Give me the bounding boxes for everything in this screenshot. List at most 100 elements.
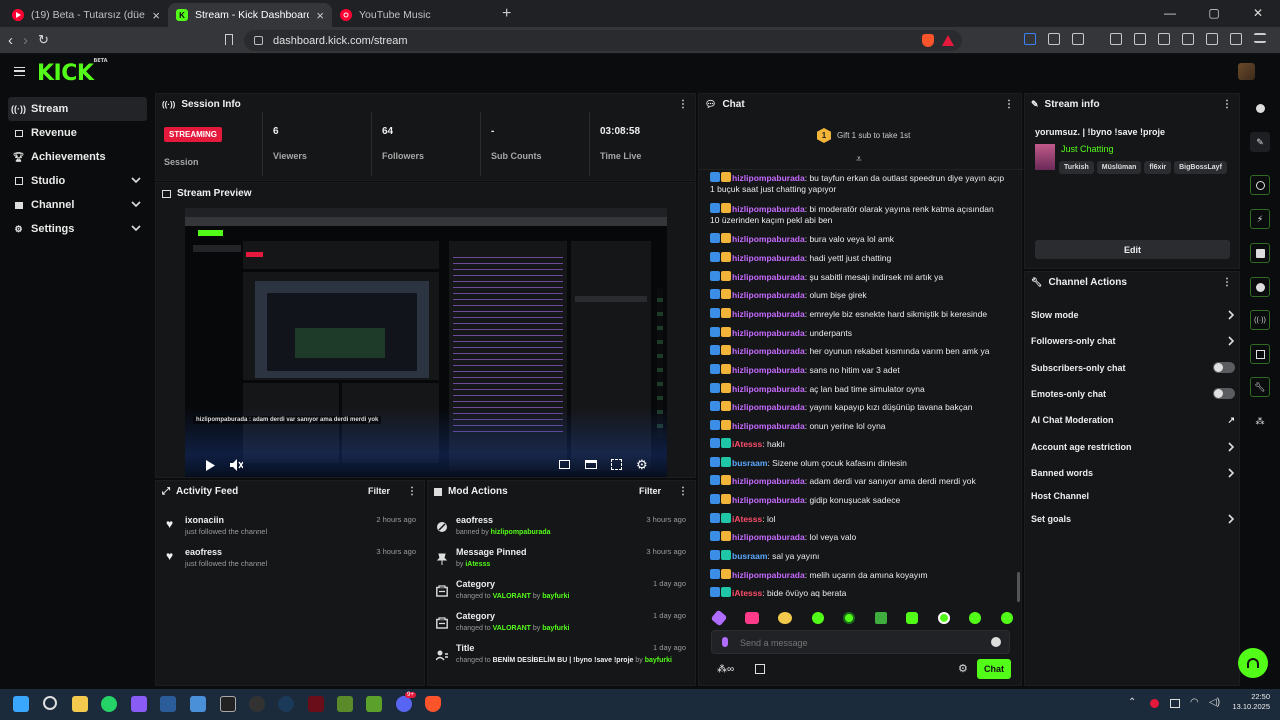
back-button[interactable]: ‹ (8, 32, 13, 49)
volume-icon[interactable]: ◁) (1209, 697, 1220, 708)
chat-username[interactable]: iAtesss (732, 514, 762, 524)
chevron-down-icon[interactable] (131, 199, 141, 209)
broadcast-rail-icon[interactable]: ((·)) (1250, 310, 1270, 330)
vpn-icon[interactable] (1230, 33, 1242, 45)
reload-button[interactable]: ↻ (38, 32, 49, 48)
chat-username[interactable]: hizlipompaburada (732, 253, 805, 263)
lightning-icon[interactable]: ⚡︎ (1250, 209, 1270, 229)
more-options-icon[interactable]: ⋮ (678, 99, 688, 110)
new-tab-button[interactable]: + (502, 5, 511, 23)
menu-icon[interactable] (1254, 33, 1266, 43)
epic-games-icon[interactable] (220, 696, 236, 712)
notes-icon[interactable] (1250, 243, 1270, 263)
user-avatar[interactable] (1238, 63, 1255, 80)
chat-username[interactable]: busraam (732, 551, 767, 561)
emoji-picker-icon[interactable] (991, 637, 1001, 647)
bookmark-icon[interactable] (225, 34, 233, 45)
sidebar-toggle-icon[interactable] (1158, 33, 1170, 45)
store-icon[interactable] (755, 664, 765, 674)
game-icon[interactable] (308, 696, 324, 712)
brave-icon[interactable] (425, 696, 441, 712)
chat-username[interactable]: hizlipompaburada (732, 346, 805, 356)
chat-username[interactable]: hizlipompaburada (732, 476, 805, 486)
extension-icon[interactable] (1072, 33, 1084, 45)
windows-start-icon[interactable] (13, 696, 29, 712)
tab-kick-dashboard[interactable]: K Stream - Kick Dashboard × (168, 3, 332, 27)
play-icon[interactable] (205, 460, 215, 471)
chat-scrollbar[interactable] (1017, 572, 1020, 602)
emote-icon[interactable] (843, 612, 856, 624)
host-channel-action[interactable]: Host Channel (1031, 491, 1235, 501)
chat-input-box[interactable] (711, 630, 1010, 654)
app-icon[interactable] (249, 696, 265, 712)
emote-icon[interactable] (744, 612, 759, 624)
slow-mode-action[interactable]: Slow mode (1031, 310, 1235, 320)
more-options-icon[interactable]: ⋮ (407, 486, 417, 497)
more-options-icon[interactable]: ⋮ (678, 486, 688, 497)
close-window-button[interactable]: ✕ (1236, 0, 1280, 27)
layout-icon[interactable] (1250, 344, 1270, 364)
chat-input[interactable] (740, 635, 980, 650)
add-widget-icon[interactable]: ⁂ (1250, 411, 1270, 431)
clock[interactable]: 22:50 13.10.2025 (1228, 692, 1270, 712)
emotes-only-toggle[interactable] (1213, 388, 1235, 399)
kick-logo[interactable]: KICKBETA (37, 58, 108, 86)
chat-popout-icon[interactable] (1250, 277, 1270, 297)
sidebar-item-settings[interactable]: ⚙ Settings (8, 217, 147, 241)
microphone-icon[interactable] (722, 637, 728, 647)
emote-icon[interactable] (906, 612, 919, 624)
chat-username[interactable]: hizlipompaburada (732, 402, 805, 412)
emote-icon[interactable] (874, 612, 887, 624)
chat-username[interactable]: iAtesss (732, 588, 762, 598)
download-icon[interactable] (1110, 33, 1122, 45)
chat-username[interactable]: hizlipompaburada (732, 328, 805, 338)
maximize-button[interactable]: ▢ (1192, 0, 1236, 27)
sidebar-item-studio[interactable]: Studio (8, 169, 147, 193)
settings-gear-icon[interactable]: ⚙ (636, 457, 648, 473)
sidebar-item-stream[interactable]: ((·)) Stream (8, 97, 147, 121)
chevron-down-icon[interactable] (131, 223, 141, 233)
account-age-action[interactable]: Account age restriction (1031, 442, 1235, 452)
gift-leaderboard[interactable]: 1 Gift 1 sub to take 1st (817, 128, 910, 143)
theater-icon[interactable] (585, 460, 597, 469)
quick-action-icon[interactable] (1250, 175, 1270, 195)
category-link[interactable]: Just Chatting (1061, 144, 1114, 154)
fullscreen-icon[interactable] (611, 459, 622, 470)
support-chat-button[interactable] (1238, 648, 1268, 678)
notepad-icon[interactable] (337, 696, 353, 712)
chat-username[interactable]: hizlipompaburada (732, 272, 805, 282)
filter-button[interactable]: Filter (368, 486, 390, 496)
emote-icon[interactable] (778, 612, 793, 624)
edit-icon[interactable]: ✎ (1250, 132, 1270, 152)
emote-icon[interactable] (811, 612, 824, 624)
sidebar-item-achievements[interactable]: 🏆︎ Achievements (8, 145, 147, 169)
file-explorer-icon[interactable] (72, 696, 88, 712)
emote-icon[interactable] (969, 612, 982, 624)
expand-icon[interactable]: ⩡ (856, 154, 862, 165)
pip-icon[interactable] (559, 460, 570, 469)
tag[interactable]: Müslüman (1096, 161, 1142, 174)
leo-ai-icon[interactable] (1206, 33, 1218, 45)
chat-username[interactable]: hizlipompaburada (732, 309, 805, 319)
close-icon[interactable]: × (152, 8, 160, 23)
emote-icon[interactable] (937, 612, 950, 624)
sidebar-item-channel[interactable]: Channel (8, 193, 147, 217)
minecraft-icon[interactable] (366, 696, 382, 712)
chat-username[interactable]: hizlipompaburada (732, 570, 805, 580)
emote-icon[interactable] (1000, 612, 1013, 624)
send-chat-button[interactable]: Chat (977, 659, 1011, 679)
extension-icon[interactable] (1024, 33, 1036, 45)
hamburger-menu-icon[interactable] (14, 67, 25, 76)
visual-studio-icon[interactable] (131, 696, 147, 712)
chat-username[interactable]: hizlipompaburada (732, 365, 805, 375)
discord-icon[interactable] (396, 696, 412, 712)
tab-youtube[interactable]: (19) Beta - Tutarsız (düet Doğa& × (4, 3, 168, 27)
points-icon[interactable]: ⁂∞ (717, 664, 734, 675)
chat-username[interactable]: hizlipompaburada (732, 421, 805, 431)
chat-username[interactable]: hizlipompaburada (732, 234, 805, 244)
mute-icon[interactable] (230, 459, 243, 471)
followers-only-action[interactable]: Followers-only chat (1031, 336, 1235, 346)
brave-rewards-icon[interactable] (942, 35, 954, 46)
chat-username[interactable]: hizlipompaburada (732, 532, 805, 542)
chevron-down-icon[interactable] (131, 175, 141, 185)
